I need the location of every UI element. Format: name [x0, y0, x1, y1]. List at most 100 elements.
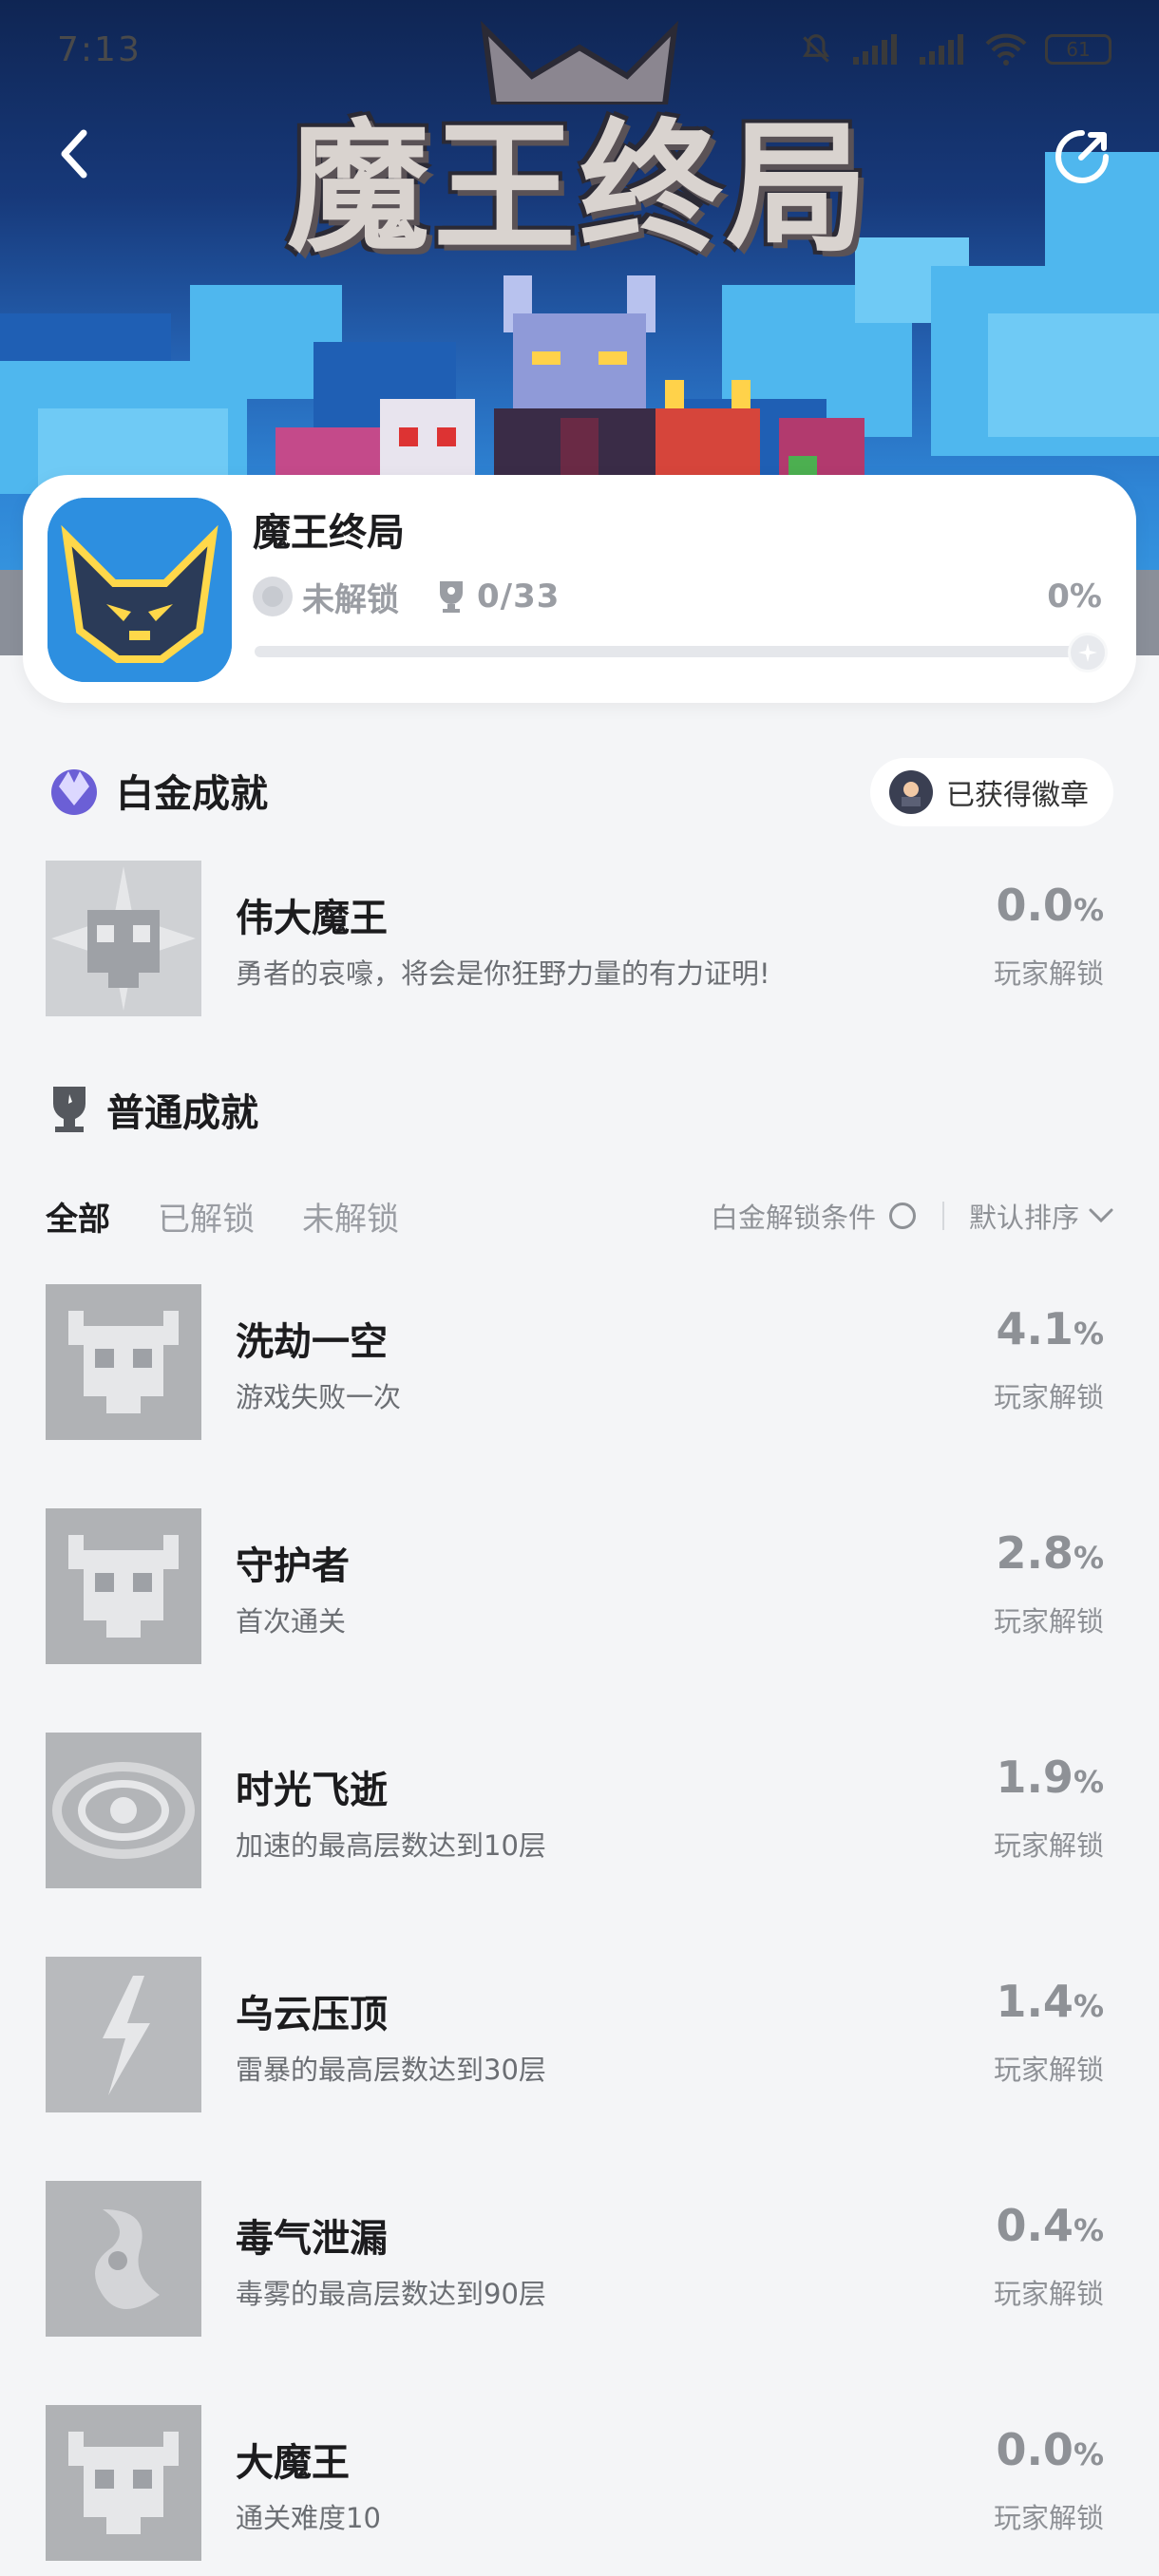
signal-icon-2: [920, 34, 963, 65]
achievement-thumbnail: [46, 1508, 201, 1664]
achievement-thumbnail: [46, 1957, 201, 2112]
game-summary-card: 魔王终局 未解锁 0/33 0%: [23, 475, 1136, 703]
platinum-condition-radio[interactable]: [888, 1203, 916, 1229]
tab-unlocked[interactable]: 已解锁: [158, 1193, 255, 1240]
game-app-icon[interactable]: [48, 498, 232, 682]
achievement-count: 0/33: [477, 578, 560, 616]
lightning-icon: [46, 1957, 201, 2112]
progress-percent: 0%: [1047, 578, 1102, 616]
platinum-achievement-row[interactable]: 伟大魔王 勇者的哀嚎，将会是你狂野力量的有力证明! 0.0% 玩家解锁: [46, 861, 1113, 1016]
badge-avatar-icon: [889, 770, 933, 814]
earned-badges-button[interactable]: 已获得徽章: [870, 758, 1113, 826]
achievement-name: 守护者: [236, 1544, 350, 1588]
tab-locked[interactable]: 未解锁: [302, 1193, 399, 1240]
unlock-percent: 0.0%: [996, 880, 1104, 931]
percent-unit: %: [1073, 1316, 1104, 1352]
achievement-thumbnail: [46, 2181, 201, 2337]
achievement-description: 游戏失败一次: [236, 1381, 402, 1413]
wifi-icon: [985, 33, 1027, 66]
signal-icon: [853, 34, 897, 65]
game-title: 魔王终局: [253, 511, 405, 555]
achievement-name: 毒气泄漏: [236, 2217, 388, 2261]
skull-icon: [46, 2405, 201, 2561]
list-item[interactable]: 毒气泄漏 毒雾的最高层数达到90层 0.4% 玩家解锁: [46, 2181, 1113, 2337]
percent-value: 0.4: [996, 2200, 1074, 2251]
achievement-description: 首次通关: [236, 1605, 347, 1638]
unlock-percent-label: 玩家解锁: [993, 2054, 1104, 2086]
status-time: 7:13: [57, 30, 142, 69]
unlock-status-row: 未解锁 0/33: [253, 574, 560, 619]
platinum-condition-label[interactable]: 白金解锁条件: [711, 1196, 876, 1236]
list-item[interactable]: 守护者 首次通关 2.8% 玩家解锁: [46, 1508, 1113, 1664]
achievement-description: 雷暴的最高层数达到30层: [236, 2054, 546, 2086]
chevron-down-icon[interactable]: [1089, 1208, 1113, 1223]
normal-section-title: 普通成就: [106, 1091, 258, 1135]
platinum-medal-icon: [51, 769, 97, 815]
percent-value: 2.8: [996, 1527, 1074, 1579]
unlock-percent: 1.9%: [996, 1752, 1104, 1803]
sort-dropdown[interactable]: 默认排序: [969, 1196, 1079, 1236]
unlock-percent-label: 玩家解锁: [993, 2502, 1104, 2534]
achievement-name: 时光飞逝: [236, 1769, 388, 1812]
tab-all[interactable]: 全部: [46, 1193, 110, 1240]
battery-icon: 61: [1045, 34, 1112, 65]
status-icons: 61: [798, 28, 1112, 70]
list-item[interactable]: 乌云压顶 雷暴的最高层数达到30层 1.4% 玩家解锁: [46, 1957, 1113, 2112]
filter-options: 白金解锁条件 默认排序: [711, 1196, 1113, 1236]
trophy-icon: [53, 1087, 86, 1132]
achievement-description: 加速的最高层数达到10层: [236, 1829, 546, 1862]
progress-bar: [255, 646, 1091, 657]
percent-unit: %: [1073, 2212, 1104, 2248]
chevron-left-icon: [61, 129, 87, 179]
unlock-percent: 2.8%: [996, 1527, 1104, 1579]
percent-value: 0.0: [996, 2424, 1074, 2475]
skull-burst-icon: [46, 861, 201, 1016]
unlock-percent: 4.1%: [996, 1303, 1104, 1354]
percent-unit: %: [1073, 1764, 1104, 1800]
percent-value: 1.4: [996, 1976, 1074, 2027]
list-item[interactable]: 洗劫一空 游戏失败一次 4.1% 玩家解锁: [46, 1284, 1113, 1440]
achievement-thumbnail: [46, 1733, 201, 1888]
percent-value: 1.9: [996, 1752, 1074, 1803]
percent-unit: %: [1073, 1540, 1104, 1576]
platinum-badge-icon: [253, 577, 293, 616]
lock-status-text: 未解锁: [302, 580, 399, 619]
unlock-percent: 1.4%: [996, 1976, 1104, 2027]
unlock-percent-label: 玩家解锁: [993, 1605, 1104, 1638]
unlock-percent: 0.0%: [996, 2424, 1104, 2475]
battery-level: 61: [1066, 38, 1091, 61]
normal-section-header: 普通成就: [46, 1079, 258, 1140]
swirl-icon: [46, 1733, 201, 1888]
earned-badges-label: 已获得徽章: [946, 779, 1089, 812]
poison-gas-icon: [46, 2181, 201, 2337]
share-button[interactable]: [1049, 123, 1115, 190]
skull-icon: [46, 1508, 201, 1664]
mute-bell-icon: [802, 34, 830, 63]
unlock-percent-label: 玩家解锁: [993, 2278, 1104, 2310]
back-button[interactable]: [44, 123, 104, 184]
unlock-percent-label: 玩家解锁: [993, 1829, 1104, 1862]
percent-unit: %: [1073, 2436, 1104, 2472]
demon-face-icon: [48, 498, 232, 682]
filter-bar: 全部 已解锁 未解锁 白金解锁条件 默认排序: [46, 1187, 1113, 1244]
unlock-percent: 0.4%: [996, 2200, 1104, 2251]
progress-end-icon: [1068, 633, 1108, 672]
achievement-description: 通关难度10: [236, 2502, 381, 2534]
achievement-name: 大魔王: [236, 2441, 350, 2485]
unlock-percent-label: 玩家解锁: [993, 957, 1104, 990]
achievement-description: 毒雾的最高层数达到90层: [236, 2278, 546, 2310]
unlock-percent-label: 玩家解锁: [993, 1381, 1104, 1413]
achievement-name: 伟大魔王: [236, 897, 388, 940]
achievement-thumbnail: [46, 1284, 201, 1440]
hero-logo-text: 魔王终局: [286, 105, 872, 272]
achievement-name: 乌云压顶: [236, 1993, 388, 2036]
platinum-section-title: 白金成就: [116, 772, 268, 816]
achievement-thumbnail: [46, 2405, 201, 2561]
trophy-icon: [440, 581, 463, 613]
percent-value: 0.0: [996, 880, 1074, 931]
list-item[interactable]: 大魔王 通关难度10 0.0% 玩家解锁: [46, 2405, 1113, 2561]
divider: [941, 1202, 944, 1230]
achievement-thumbnail: [46, 861, 201, 1016]
percent-unit: %: [1073, 892, 1104, 928]
list-item[interactable]: 时光飞逝 加速的最高层数达到10层 1.9% 玩家解锁: [46, 1733, 1113, 1888]
